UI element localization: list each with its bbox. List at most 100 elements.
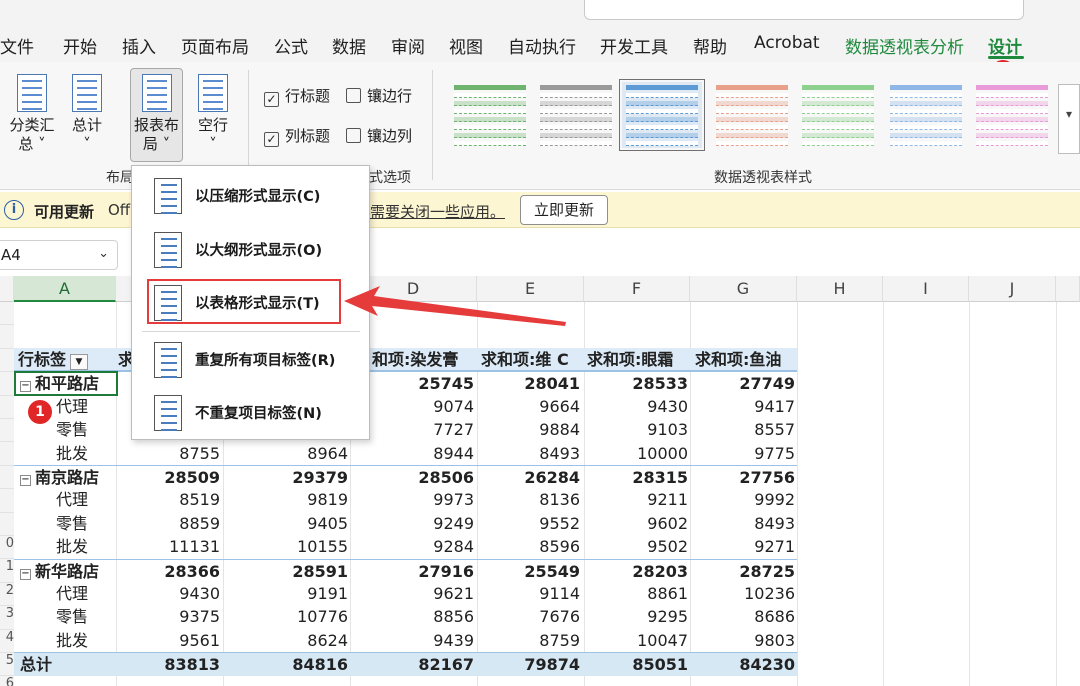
collapse-icon[interactable]: − <box>20 475 31 486</box>
row-header[interactable] <box>0 395 14 419</box>
menu-file[interactable]: 文件 <box>0 33 34 58</box>
column-header-f[interactable]: F <box>584 276 690 302</box>
row-header[interactable] <box>0 465 14 490</box>
menu-pivot-analyze[interactable]: 数据透视表分析 <box>845 33 964 58</box>
row-header[interactable]: 0 <box>0 536 14 560</box>
name-box[interactable]: A4 ⌄ <box>0 240 118 270</box>
row-label-text: 批发 <box>56 630 89 650</box>
swatch-row <box>540 133 612 138</box>
value-cell: 9664 <box>539 396 580 416</box>
menu-developer[interactable]: 开发工具 <box>600 33 668 58</box>
column-header-e[interactable]: E <box>477 276 584 302</box>
show-outline-form-item[interactable]: 以大纲形式显示(O) <box>132 224 369 274</box>
col-headers-checkbox[interactable]: ✓ 列标题 <box>264 125 330 147</box>
value-cell: 8856 <box>433 607 474 627</box>
menu-page-layout[interactable]: 页面布局 <box>181 33 249 58</box>
value-cell: 8519 <box>179 490 220 510</box>
update-now-button[interactable]: 立即更新 <box>520 195 608 225</box>
row-label-text: 零售 <box>56 513 89 533</box>
row-header[interactable] <box>0 512 14 536</box>
menu-view[interactable]: 视图 <box>449 33 483 58</box>
pivot-style-swatch[interactable] <box>536 82 616 148</box>
infobar-message-link[interactable]: 需要关闭一些应用。 <box>370 201 505 222</box>
swatch-row <box>716 133 788 138</box>
grand-totals-button[interactable]: 总计 ˅ <box>64 74 110 154</box>
swatch-row <box>716 125 788 130</box>
swatch-row <box>626 93 698 98</box>
swatch-row <box>716 101 788 106</box>
row-header[interactable] <box>0 419 14 443</box>
value-cell: 9973 <box>433 490 474 510</box>
row-header[interactable]: 2 <box>0 582 14 607</box>
do-not-repeat-item-labels-item[interactable]: 不重复项目标签(N) <box>132 387 369 437</box>
report-layout-button[interactable]: 报表布 局 ˅ <box>130 68 183 162</box>
swatch-row <box>540 85 612 90</box>
collapse-icon[interactable]: − <box>20 568 31 580</box>
column-header-j[interactable]: J <box>969 276 1056 302</box>
row-header[interactable]: 5 <box>0 653 14 677</box>
swatch-row <box>716 117 788 122</box>
row-header[interactable] <box>0 325 14 349</box>
row-label: 总计 <box>20 653 52 676</box>
row-header[interactable] <box>0 372 14 396</box>
grand-totals-icon <box>72 74 102 112</box>
swatch-row <box>802 85 874 90</box>
row-header[interactable] <box>0 442 14 466</box>
menu-formulas[interactable]: 公式 <box>274 33 308 58</box>
unchecked-icon <box>346 88 361 103</box>
value-cell: 28506 <box>418 468 474 487</box>
row-header[interactable]: 6 <box>0 676 14 686</box>
column-header-g[interactable]: G <box>690 276 797 302</box>
value-cell: 8859 <box>179 513 220 533</box>
infobar-title: 可用更新 <box>34 203 95 221</box>
pivot-style-swatch[interactable] <box>798 82 878 148</box>
row-header[interactable]: 3 <box>0 606 14 630</box>
row-headers-label: 行标题 <box>285 87 331 105</box>
repeat-all-item-labels-item[interactable]: 重复所有项目标签(R) <box>132 334 369 384</box>
select-all-corner[interactable] <box>0 276 14 302</box>
row-label-text: 代理 <box>56 396 89 416</box>
gallery-more-button[interactable]: ▾ <box>1058 84 1080 154</box>
pivot-style-swatch[interactable] <box>450 82 530 148</box>
menu-insert[interactable]: 插入 <box>122 33 156 58</box>
show-compact-form-item[interactable]: 以压缩形式显示(C) <box>132 170 369 220</box>
row-header[interactable]: 1 <box>0 559 14 583</box>
row-header[interactable] <box>0 489 14 513</box>
banded-rows-checkbox[interactable]: 镶边行 <box>346 85 412 106</box>
pivot-style-swatch[interactable] <box>886 82 966 148</box>
row-label-text: 零售 <box>56 420 89 440</box>
menu-automate[interactable]: 自动执行 <box>508 33 576 58</box>
filter-dropdown-icon[interactable]: ▼ <box>70 354 89 370</box>
swatch-row <box>802 133 874 138</box>
menu-data[interactable]: 数据 <box>332 33 366 58</box>
menu-help[interactable]: 帮助 <box>693 33 727 58</box>
pivot-style-swatch-selected[interactable] <box>619 79 705 151</box>
chevron-down-icon: ⌄ <box>98 246 109 261</box>
subtotals-icon <box>17 74 47 112</box>
blank-rows-button[interactable]: 空行 ˅ <box>190 74 236 154</box>
menu-design[interactable]: 设计 <box>988 33 1022 58</box>
row-header[interactable] <box>0 302 14 326</box>
column-header-a[interactable]: A <box>14 276 116 302</box>
layout-group-label: 布局 <box>106 170 134 186</box>
banded-cols-checkbox[interactable]: 镶边列 <box>346 125 412 146</box>
swatch-row <box>626 101 698 106</box>
row-headers-checkbox[interactable]: ✓ 行标题 <box>264 85 330 107</box>
menu-bar: 文件 开始 插入 页面布局 公式 数据 审阅 视图 自动执行 开发工具 帮助 A… <box>0 26 1080 62</box>
search-box[interactable] <box>584 0 1024 20</box>
column-header-i[interactable]: I <box>883 276 969 302</box>
style-options-group-label: 式选项 <box>369 170 411 186</box>
menu-review[interactable]: 审阅 <box>391 33 425 58</box>
row-header[interactable]: 4 <box>0 629 14 653</box>
column-header-h[interactable]: H <box>797 276 883 302</box>
column-header-k[interactable] <box>1056 276 1080 302</box>
row-header[interactable] <box>0 348 14 373</box>
pivot-style-swatch[interactable] <box>712 82 792 148</box>
menu-acrobat[interactable]: Acrobat <box>754 33 820 53</box>
menu-divider <box>142 331 360 332</box>
pivot-style-swatch[interactable] <box>972 82 1052 148</box>
banded-rows-label: 镶边行 <box>367 87 413 105</box>
menu-home[interactable]: 开始 <box>63 33 97 58</box>
subtotals-button[interactable]: 分类汇 总 ˅ <box>4 74 60 154</box>
row-label: − 南京路店 <box>20 466 99 489</box>
